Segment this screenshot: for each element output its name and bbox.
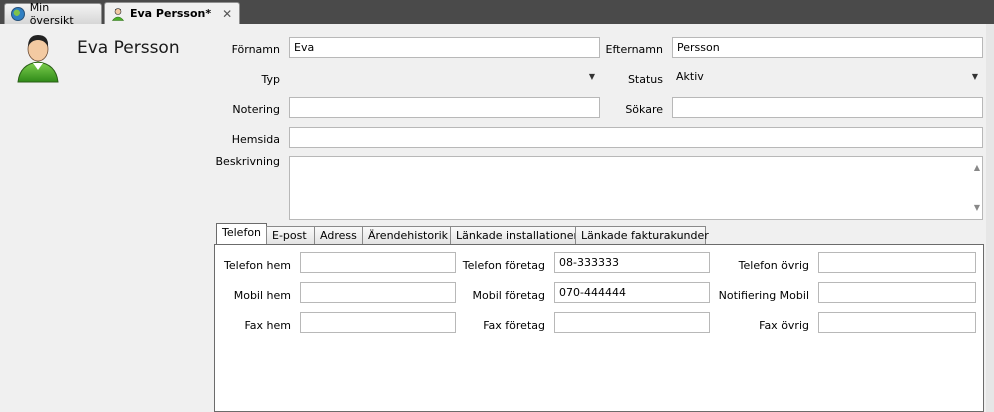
tab-adress[interactable]: Adress [314, 226, 363, 245]
fax-hem-input[interactable] [300, 312, 456, 333]
page-title: Eva Persson [77, 38, 180, 58]
close-icon[interactable]: ✕ [222, 7, 232, 21]
tab-lankade-fakturakunder[interactable]: Länkade fakturakunder [575, 226, 709, 245]
notering-label: Notering [232, 103, 280, 116]
tab-telefon[interactable]: Telefon [216, 223, 267, 245]
document-tab-strip: Min översikt Eva Persson* ✕ [0, 0, 994, 27]
telefon-hem-label: Telefon hem [224, 259, 291, 272]
doc-tab-label: Eva Persson* [130, 7, 212, 20]
tab-lankade-installationer[interactable]: Länkade installationer [450, 226, 578, 245]
beskrivning-textarea[interactable]: ▲ ▼ [289, 156, 983, 220]
mobil-hem-label: Mobil hem [233, 289, 291, 302]
scroll-up-icon[interactable]: ▲ [974, 161, 980, 175]
doc-tab-label: Min översikt [29, 1, 74, 27]
fax-ovrig-input[interactable] [818, 312, 976, 333]
hemsida-label: Hemsida [231, 133, 280, 146]
doc-tab-min-oversikt[interactable]: Min översikt [4, 1, 102, 27]
fax-foretag-label: Fax företag [483, 319, 545, 332]
tab-e-post[interactable]: E-post [266, 226, 315, 245]
notering-input[interactable] [289, 97, 600, 118]
efternamn-label: Efternamn [605, 43, 663, 56]
telefon-foretag-input[interactable]: 08-333333 [554, 252, 710, 273]
status-value: Aktiv [676, 70, 704, 83]
hemsida-input[interactable] [289, 127, 983, 148]
globe-icon [11, 7, 25, 21]
efternamn-input[interactable]: Persson [672, 37, 983, 58]
person-icon [111, 7, 125, 21]
sokare-input[interactable] [672, 97, 983, 118]
telefon-hem-input[interactable] [300, 252, 456, 273]
right-gutter [986, 24, 994, 412]
mobil-hem-input[interactable] [300, 282, 456, 303]
status-dropdown[interactable]: Aktiv ▼ [672, 67, 983, 88]
mobil-foretag-label: Mobil företag [472, 289, 546, 302]
doc-tab-eva-persson[interactable]: Eva Persson* ✕ [104, 2, 240, 24]
beskrivning-label: Beskrivning [215, 155, 281, 168]
fax-ovrig-label: Fax övrig [759, 319, 809, 332]
chevron-down-icon: ▼ [971, 72, 978, 81]
telefon-foretag-label: Telefon företag [462, 259, 545, 272]
notifiering-mobil-label: Notifiering Mobil [718, 289, 809, 302]
notifiering-mobil-input[interactable] [818, 282, 976, 303]
fax-hem-label: Fax hem [244, 319, 291, 332]
scroll-down-icon[interactable]: ▼ [974, 201, 980, 215]
status-label: Status [627, 73, 663, 86]
telefon-ovrig-label: Telefon övrig [738, 259, 809, 272]
tab-arendehistorik[interactable]: Ärendehistorik [362, 226, 451, 245]
avatar [16, 32, 60, 84]
mobil-foretag-input[interactable]: 070-444444 [554, 282, 710, 303]
sokare-label: Sökare [625, 103, 663, 116]
fax-foretag-input[interactable] [554, 312, 710, 333]
telefon-ovrig-input[interactable] [818, 252, 976, 273]
fornamn-input[interactable]: Eva [289, 37, 600, 58]
fornamn-label: Förnamn [231, 43, 280, 56]
typ-label: Typ [261, 73, 281, 86]
typ-dropdown[interactable]: ▼ [289, 67, 600, 88]
